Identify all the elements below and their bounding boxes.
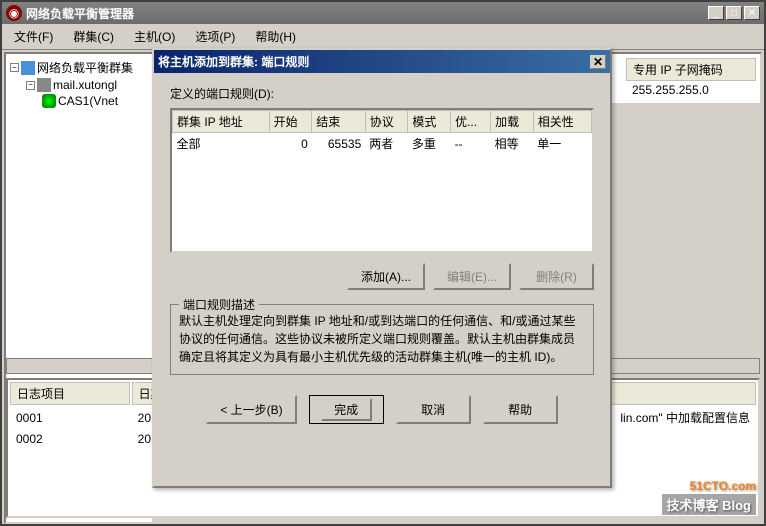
menu-options[interactable]: 选项(P) — [187, 26, 243, 47]
watermark-sub: 技术博客 Blog — [662, 494, 757, 515]
tree-host-label: mail.xutongl — [53, 78, 117, 92]
rules-table-wrap[interactable]: 群集 IP 地址 开始 结束 协议 模式 优... 加载 相关性 全部 0 65… — [170, 108, 594, 253]
expander-icon[interactable]: − — [26, 81, 35, 90]
window-title: 网络负载平衡管理器 — [26, 5, 708, 22]
close-button[interactable]: ✕ — [744, 6, 760, 20]
menubar: 文件(F) 群集(C) 主机(O) 选项(P) 帮助(H) — [2, 24, 764, 50]
dialog-close-button[interactable]: ✕ — [590, 55, 606, 69]
back-button[interactable]: < 上一步(B) — [206, 395, 296, 424]
col-start[interactable]: 开始 — [269, 111, 312, 133]
col-end[interactable]: 结束 — [312, 111, 365, 133]
rules-table: 群集 IP 地址 开始 结束 协议 模式 优... 加载 相关性 全部 0 65… — [172, 110, 592, 154]
col-affinity[interactable]: 相关性 — [533, 111, 591, 133]
finish-button[interactable]: 完成 — [309, 395, 384, 424]
col-priority[interactable]: 优... — [451, 111, 491, 133]
watermark-main: 51CTO.com — [662, 479, 757, 493]
minimize-button[interactable]: _ — [708, 6, 724, 20]
app-icon: ◉ — [6, 5, 22, 21]
dialog-body: 定义的端口规则(D): 群集 IP 地址 开始 结束 协议 模式 优... 加载… — [154, 73, 610, 436]
menu-help[interactable]: 帮助(H) — [247, 26, 304, 47]
cluster-icon — [21, 61, 35, 75]
col-protocol[interactable]: 协议 — [365, 111, 408, 133]
col-mode[interactable]: 模式 — [408, 111, 451, 133]
expander-icon[interactable]: − — [10, 63, 19, 72]
log-col-id[interactable]: 日志项目 — [10, 382, 130, 405]
dialog-title: 将主机添加到群集: 端口规则 — [158, 53, 590, 70]
tree-host[interactable]: − mail.xutongl — [10, 77, 148, 93]
description-groupbox: 端口规则描述 默认主机处理定向到群集 IP 地址和/或到达端口的任何通信、和/或… — [170, 304, 594, 375]
add-button[interactable]: 添加(A)... — [347, 263, 425, 290]
col-cluster-ip[interactable]: 群集 IP 地址 — [173, 111, 270, 133]
header-val: 255.255.255.0 — [626, 81, 756, 99]
tree-root-label: 网络负载平衡群集 — [37, 59, 133, 76]
header-col: 专用 IP 子网掩码 — [626, 58, 756, 81]
rules-label: 定义的端口规则(D): — [170, 85, 594, 102]
rules-buttons: 添加(A)... 编辑(E)... 删除(R) — [170, 263, 594, 290]
menu-host[interactable]: 主机(O) — [126, 26, 183, 47]
rules-header-row: 群集 IP 地址 开始 结束 协议 模式 优... 加载 相关性 — [173, 111, 592, 133]
tree-root[interactable]: − 网络负载平衡群集 — [10, 58, 148, 77]
groupbox-text: 默认主机处理定向到群集 IP 地址和/或到达端口的任何通信、和/或通过某些协议的… — [179, 312, 585, 366]
tree-node-item[interactable]: CAS1(Vnet — [10, 93, 148, 109]
col-load[interactable]: 加载 — [491, 111, 534, 133]
edit-button[interactable]: 编辑(E)... — [433, 263, 511, 290]
main-titlebar: ◉ 网络负载平衡管理器 _ □ ✕ — [2, 2, 764, 24]
menu-file[interactable]: 文件(F) — [6, 26, 61, 47]
window-controls: _ □ ✕ — [708, 6, 760, 20]
help-button[interactable]: 帮助 — [483, 395, 558, 424]
tree-node-label: CAS1(Vnet — [58, 94, 118, 108]
cancel-button[interactable]: 取消 — [396, 395, 471, 424]
rules-row[interactable]: 全部 0 65535 两者 多重 -- 相等 单一 — [173, 133, 592, 155]
watermark: 51CTO.com 技术博客 Blog — [662, 479, 757, 516]
dialog-footer: < 上一步(B) 完成 取消 帮助 — [170, 395, 594, 424]
maximize-button[interactable]: □ — [726, 6, 742, 20]
remove-button[interactable]: 删除(R) — [519, 263, 594, 290]
node-icon — [42, 94, 56, 108]
port-rules-dialog: 将主机添加到群集: 端口规则 ✕ 定义的端口规则(D): 群集 IP 地址 开始… — [152, 48, 612, 488]
menu-cluster[interactable]: 群集(C) — [65, 26, 122, 47]
host-icon — [37, 78, 51, 92]
groupbox-title: 端口规则描述 — [179, 296, 259, 313]
dialog-titlebar[interactable]: 将主机添加到群集: 端口规则 ✕ — [154, 50, 610, 73]
